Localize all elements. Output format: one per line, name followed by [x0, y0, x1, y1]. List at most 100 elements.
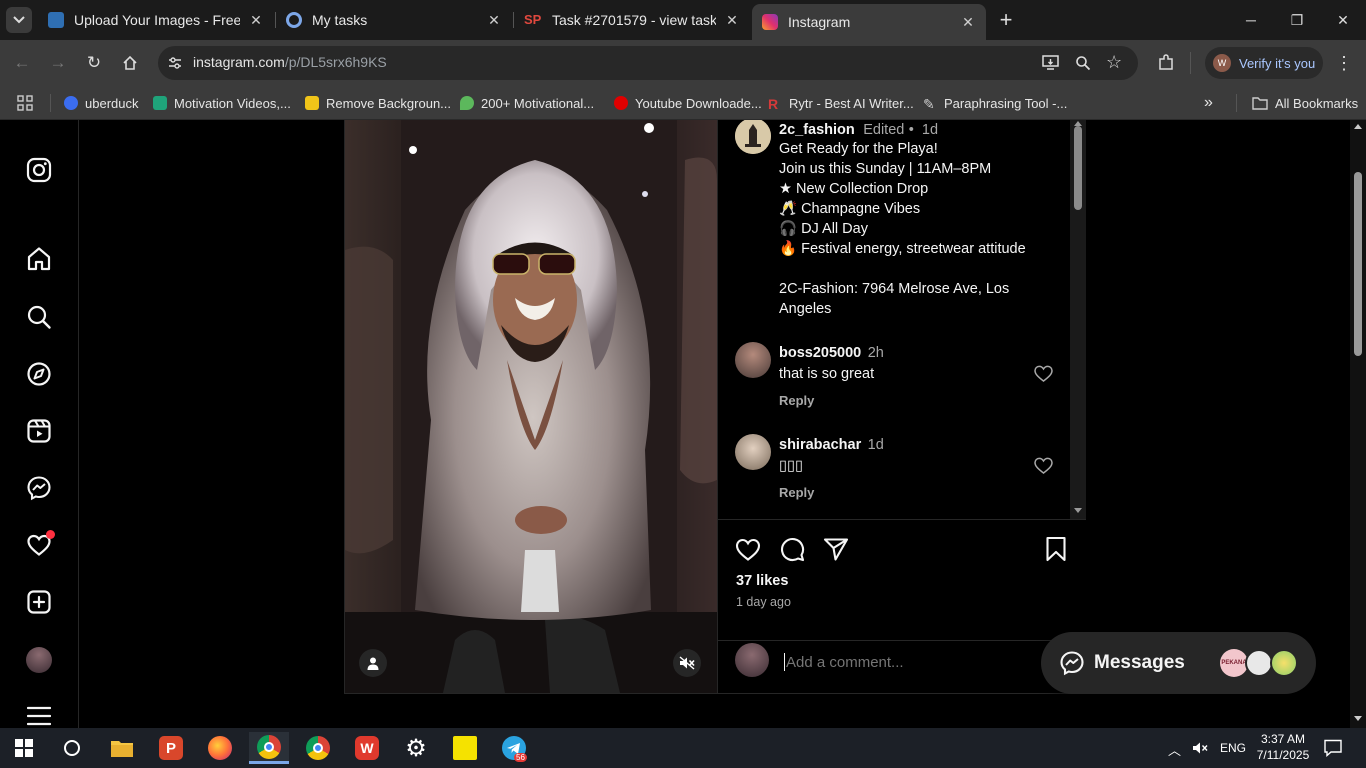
scroll-down-arrow-icon[interactable] — [1074, 508, 1082, 513]
bookmark-item[interactable]: Motivation Videos,... — [153, 93, 291, 113]
messages-pill[interactable]: Messages PEKANA — [1041, 632, 1316, 694]
likes-count[interactable]: 37 likes — [736, 573, 788, 589]
bookmark-item[interactable]: uberduck — [64, 93, 138, 113]
save-bookmark-button[interactable] — [1045, 536, 1067, 562]
comments-scrollbar[interactable] — [1070, 120, 1086, 519]
scrollbar-thumb[interactable] — [1354, 172, 1362, 356]
share-button[interactable] — [823, 537, 849, 561]
author-username[interactable]: 2c_fashion — [779, 122, 855, 138]
scroll-down-arrow-icon[interactable] — [1354, 716, 1362, 721]
wps-office-app[interactable]: W — [347, 732, 387, 764]
browser-window: Upload Your Images - Free Ima ✕ My tasks… — [0, 0, 1366, 120]
back-button[interactable]: ← — [8, 50, 36, 76]
instagram-logo-button[interactable] — [25, 156, 53, 184]
restore-button[interactable]: ❐ — [1274, 0, 1320, 40]
nav-home[interactable] — [25, 245, 53, 273]
all-bookmarks-button[interactable]: All Bookmarks — [1252, 93, 1358, 113]
commenter-avatar[interactable] — [735, 434, 771, 470]
nav-create[interactable] — [25, 588, 53, 616]
sp-favicon-icon: SP — [524, 12, 542, 27]
plus-square-icon — [27, 590, 51, 614]
scrollbar-thumb[interactable] — [1074, 126, 1082, 210]
bookmark-item[interactable]: 200+ Motivational... — [460, 93, 594, 113]
restore-icon: ❐ — [1290, 11, 1304, 28]
chrome-app[interactable] — [298, 732, 338, 764]
close-tab-icon[interactable]: ✕ — [960, 14, 976, 31]
more-bookmarks-button[interactable]: » — [1204, 93, 1213, 113]
exness-app[interactable] — [445, 732, 485, 764]
bookmark-item[interactable]: ✎ Paraphrasing Tool -... — [923, 93, 1067, 113]
page-scrollbar[interactable] — [1350, 120, 1366, 728]
scroll-up-arrow-icon[interactable] — [1354, 124, 1362, 129]
comment-username[interactable]: boss205000 — [779, 345, 861, 361]
firefox-app[interactable] — [200, 732, 240, 764]
extensions-icon[interactable] — [1157, 54, 1175, 72]
file-explorer-app[interactable] — [102, 732, 142, 764]
tab-my-tasks[interactable]: My tasks ✕ — [276, 0, 512, 40]
browser-menu-button[interactable]: ⋮ — [1330, 50, 1358, 76]
close-window-button[interactable]: ✕ — [1320, 0, 1366, 40]
reload-icon: ↻ — [86, 53, 102, 72]
close-tab-icon[interactable]: ✕ — [724, 12, 740, 29]
author-avatar[interactable] — [735, 120, 771, 154]
nav-explore[interactable] — [25, 360, 53, 388]
input-language[interactable]: ENG — [1220, 741, 1246, 755]
mute-button[interactable] — [673, 649, 701, 677]
firefox-icon — [208, 736, 232, 760]
comment-like-icon[interactable] — [1034, 457, 1053, 474]
tab-search-button[interactable] — [0, 0, 38, 40]
nav-reels[interactable] — [25, 417, 53, 445]
site-info-icon[interactable] — [168, 56, 182, 70]
zoom-icon[interactable] — [1075, 55, 1091, 71]
comment-username[interactable]: shirabachar — [779, 437, 861, 453]
volume-muted-icon[interactable] — [1192, 741, 1208, 755]
nav-messages[interactable] — [25, 474, 53, 502]
tab-upload-images[interactable]: Upload Your Images - Free Ima ✕ — [38, 0, 274, 40]
reload-button[interactable]: ↻ — [80, 50, 108, 76]
post-video[interactable] — [345, 120, 717, 693]
nav-search[interactable] — [25, 303, 53, 331]
comment-button[interactable] — [779, 536, 805, 562]
commenter-avatar[interactable] — [735, 342, 771, 378]
tab-task-view[interactable]: SP Task #2701579 - view task ✕ — [514, 0, 750, 40]
start-button[interactable] — [4, 732, 44, 764]
reply-button[interactable]: Reply — [779, 485, 814, 500]
wps-presentation-app[interactable]: P — [151, 732, 191, 764]
address-bar[interactable]: instagram.com/p/DL5srx6h9KS ☆ — [158, 46, 1138, 80]
comment-input[interactable] — [786, 649, 1026, 675]
new-tab-button[interactable]: + — [988, 0, 1024, 40]
close-tab-icon[interactable]: ✕ — [486, 12, 502, 29]
comment-like-icon[interactable] — [1034, 365, 1053, 382]
notification-dot — [46, 530, 55, 539]
close-tab-icon[interactable]: ✕ — [248, 12, 264, 29]
chrome-profile-app[interactable] — [249, 732, 289, 764]
nav-notifications[interactable] — [25, 530, 55, 559]
cortana-button[interactable] — [52, 732, 92, 764]
bookmark-star-icon[interactable]: ☆ — [1106, 52, 1122, 73]
nav-more[interactable] — [25, 702, 53, 728]
minimize-button[interactable]: ─ — [1228, 0, 1274, 40]
bookmark-item[interactable]: R Rytr - Best AI Writer... — [768, 93, 914, 113]
verify-profile-button[interactable]: W Verify it's you — [1205, 47, 1323, 79]
reels-icon — [27, 419, 51, 443]
tagged-users-button[interactable] — [359, 649, 387, 677]
motivational-favicon-icon — [460, 96, 474, 110]
notification-center-icon[interactable] — [1324, 739, 1342, 757]
bookmark-item[interactable]: Youtube Downloade... — [614, 93, 762, 113]
clock[interactable]: 3:37 AM 7/11/2025 — [1250, 731, 1316, 763]
apps-button[interactable] — [17, 93, 33, 113]
like-button[interactable] — [735, 537, 761, 561]
tab-instagram[interactable]: Instagram ✕ — [752, 4, 986, 40]
show-hidden-icons-button[interactable]: ︿ — [1168, 740, 1181, 759]
comment-composer — [718, 640, 1086, 693]
telegram-app[interactable]: 56 — [494, 732, 534, 764]
nav-profile[interactable] — [25, 646, 53, 674]
install-app-icon[interactable] — [1042, 55, 1059, 70]
text-cursor — [784, 653, 785, 671]
home-button[interactable] — [116, 50, 144, 76]
forward-button[interactable]: → — [44, 50, 72, 76]
reply-button[interactable]: Reply — [779, 393, 814, 408]
settings-app[interactable]: ⚙ — [396, 732, 436, 764]
chevron-up-icon: ︿ — [1168, 743, 1182, 758]
bookmark-item[interactable]: Remove Backgroun... — [305, 93, 451, 113]
